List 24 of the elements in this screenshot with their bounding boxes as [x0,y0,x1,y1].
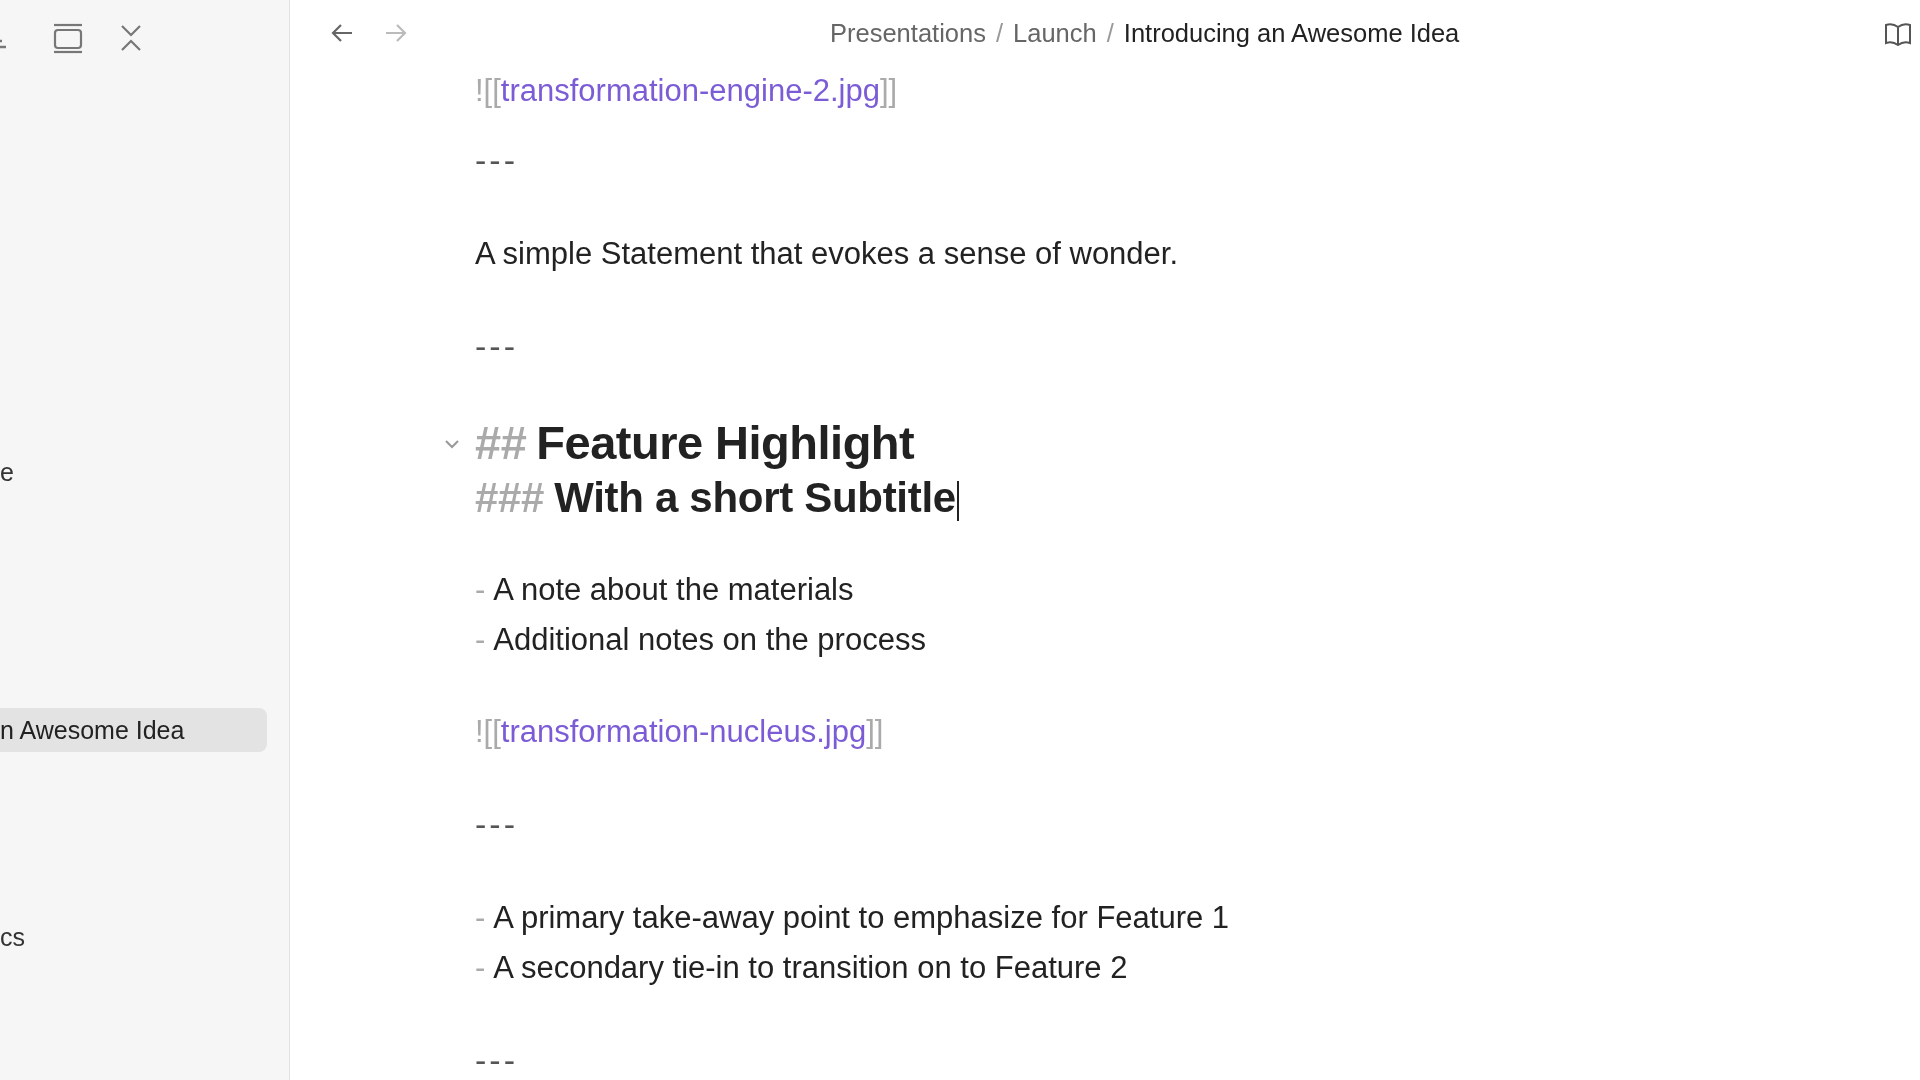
layout-icon[interactable] [52,22,84,54]
list-item-text: - A secondary tie-in to transition on to Feature 2 [475,949,1128,987]
sidebar-item[interactable]: cs [0,915,267,959]
breadcrumb-link[interactable]: Presentations [830,19,986,48]
horizontal-rule-text: --- [475,805,518,843]
sidebar-item[interactable]: n Awesome Idea [0,708,267,752]
horizontal-rule-text: --- [475,141,518,179]
embed-link[interactable]: ![[transformation-nucleus.jpg]] [475,707,884,757]
breadcrumb-separator: / [1106,19,1114,48]
heading-text: ## Feature Highlight [475,416,915,469]
horizontal-rule-text: --- [475,1041,518,1079]
list-item-text: - A note about the materials [475,571,854,609]
breadcrumb-link[interactable]: Introducing an Awesome Idea [1123,19,1460,48]
book-icon[interactable] [1884,22,1912,46]
breadcrumb-separator: / [995,19,1004,48]
sidebar-item[interactable]: e [0,450,267,494]
heading-text: ### With a short Subtitle [475,474,956,521]
horizontal-rule-text: --- [475,327,518,365]
paragraph-text: A simple Statement that evokes a sense of wonder. [475,235,1179,273]
list-item-text: - Additional notes on the process [475,621,926,659]
collapse-icon[interactable] [120,23,142,53]
embed-link[interactable]: ![[transformation-engine-2.jpg]] [475,66,898,116]
list-item-text: - A primary take-away point to emphasize for Feature 1 [475,899,1230,937]
breadcrumb-link[interactable]: Launch [1013,19,1097,48]
